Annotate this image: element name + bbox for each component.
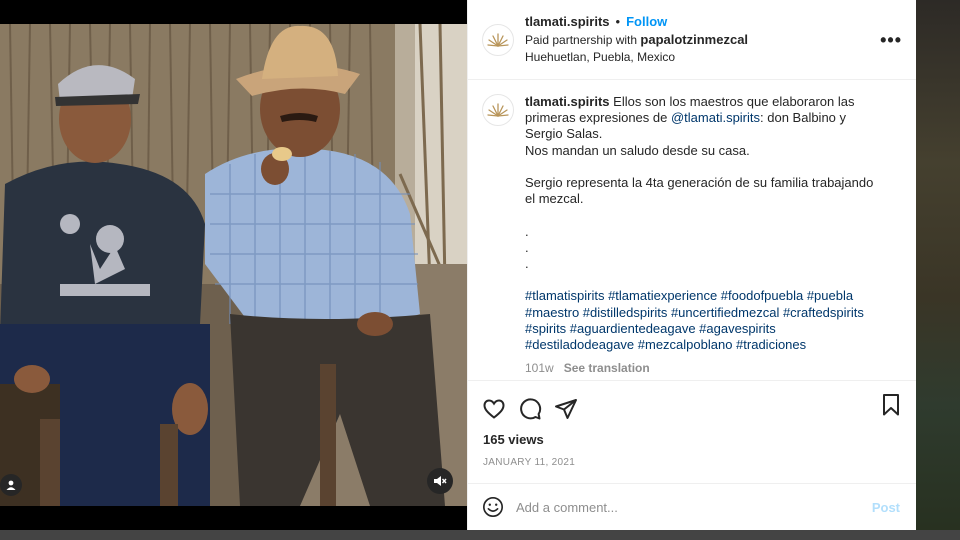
comment-icon[interactable] — [518, 397, 542, 421]
bookmark-icon[interactable] — [880, 393, 902, 422]
username-link[interactable]: tlamati.spirits — [525, 14, 610, 30]
partner-link[interactable]: papalotzinmezcal — [640, 32, 748, 47]
hashtags[interactable]: #tlamatispirits #tlamatiexperience #food… — [525, 288, 868, 352]
avatar[interactable] — [482, 23, 514, 56]
action-bar — [468, 380, 916, 426]
heart-icon[interactable] — [482, 397, 506, 421]
mute-icon[interactable] — [427, 468, 453, 494]
share-icon[interactable] — [554, 397, 578, 421]
separator-dot: • — [615, 14, 621, 29]
post-date[interactable]: JANUARY 11, 2021 — [468, 447, 916, 468]
video-frame — [0, 24, 467, 506]
post-modal: tlamati.spirits • Follow Paid partnershi… — [0, 0, 916, 530]
comment-input[interactable] — [516, 499, 872, 515]
post-media[interactable] — [0, 0, 467, 530]
mention-link[interactable]: @tlamati.spirits — [671, 110, 760, 125]
caption-body: tlamati.spirits Ellos son los maestros q… — [525, 94, 885, 380]
caption-meta: 101w See translation — [525, 360, 885, 376]
caption-area: tlamati.spirits Ellos son los maestros q… — [468, 80, 916, 380]
caption-avatar[interactable] — [482, 94, 514, 126]
post-header-text: tlamati.spirits • Follow Paid partnershi… — [525, 14, 748, 65]
follow-button[interactable]: Follow — [626, 14, 667, 30]
partnership-prefix: Paid partnership with — [525, 33, 641, 47]
agave-logo-icon — [487, 32, 509, 47]
more-options-button[interactable]: ••• — [880, 30, 902, 51]
background-post-strip — [916, 0, 960, 540]
emoji-icon[interactable] — [482, 496, 504, 518]
caption-username[interactable]: tlamati.spirits — [525, 94, 610, 109]
video-player[interactable] — [0, 24, 467, 506]
view-count[interactable]: 165 views — [468, 426, 916, 447]
agave-logo-icon — [487, 103, 509, 117]
location-link[interactable]: Huehuetlan, Puebla, Mexico — [525, 49, 748, 65]
background-post-strip-bottom — [0, 530, 960, 540]
post-header: tlamati.spirits • Follow Paid partnershi… — [468, 0, 916, 80]
post-comment-button[interactable]: Post — [872, 500, 900, 515]
comment-bar: Post — [468, 483, 916, 530]
user-tag-icon[interactable] — [0, 474, 22, 496]
caption-text-part2: : don Balbino y Sergio Salas. Nos mandan… — [525, 110, 874, 272]
post-age[interactable]: 101w — [525, 361, 554, 375]
see-translation-button[interactable]: See translation — [564, 361, 650, 375]
post-details-panel: tlamati.spirits • Follow Paid partnershi… — [467, 0, 916, 530]
paid-partnership-label: Paid partnership with papalotzinmezcal — [525, 32, 748, 48]
caption-text: tlamati.spirits Ellos son los maestros q… — [525, 94, 885, 353]
